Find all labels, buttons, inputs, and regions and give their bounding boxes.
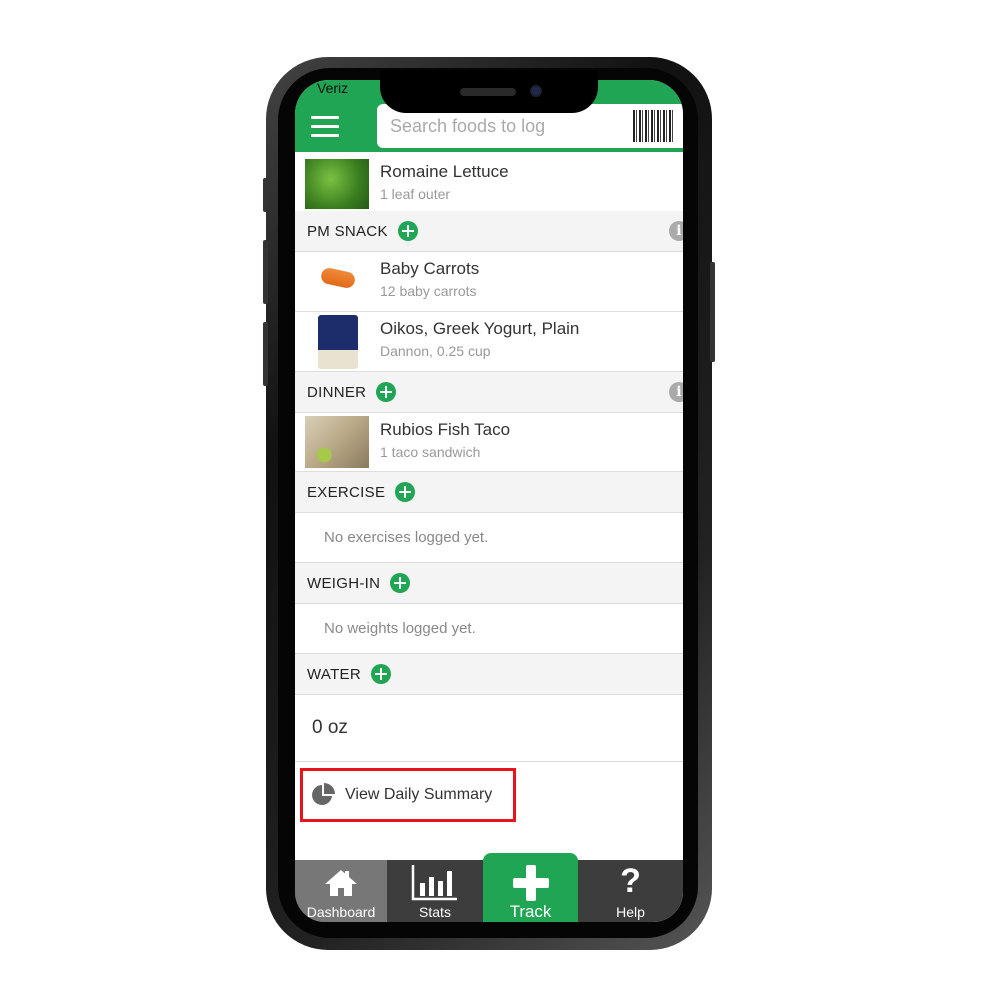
food-item[interactable]: Romaine Lettuce 1 leaf outer <box>295 155 683 212</box>
mute-switch <box>263 178 268 212</box>
add-exercise-icon[interactable] <box>395 482 416 502</box>
section-dinner: DINNER i <box>295 372 683 413</box>
home-icon <box>325 870 357 896</box>
add-weigh-in-icon[interactable] <box>390 573 411 593</box>
weigh-in-empty-row: No weights logged yet. <box>295 604 683 654</box>
volume-up-button <box>263 240 268 304</box>
exercise-empty-row: No exercises logged yet. <box>295 513 683 563</box>
hamburger-menu-icon[interactable] <box>311 116 339 138</box>
info-icon[interactable]: i <box>669 382 683 402</box>
section-weigh-in: WEIGH-IN <box>295 563 683 604</box>
food-item[interactable]: Baby Carrots 12 baby carrots <box>295 252 683 312</box>
add-water-icon[interactable] <box>371 664 391 684</box>
oikos-thumbnail <box>318 315 358 369</box>
carrier-label: Veriz <box>317 80 349 96</box>
taco-thumbnail <box>305 416 369 468</box>
add-dinner-icon[interactable] <box>376 382 397 402</box>
question-icon: ? <box>620 862 641 900</box>
barcode-scan-icon[interactable] <box>633 110 675 142</box>
tab-stats[interactable]: Stats <box>387 860 483 922</box>
carrots-thumbnail <box>319 266 357 290</box>
water-row[interactable]: 0 oz <box>295 695 683 762</box>
water-amount: 0 oz <box>312 717 348 738</box>
section-pm-snack: PM SNACK i <box>295 211 683 252</box>
section-exercise: EXERCISE <box>295 472 683 513</box>
notch <box>380 70 598 113</box>
plus-icon <box>512 865 549 901</box>
food-item[interactable]: Rubios Fish Taco 1 taco sandwich <box>295 413 683 472</box>
highlight-box <box>300 768 516 822</box>
tab-dashboard[interactable]: Dashboard <box>295 860 387 922</box>
add-pm-snack-icon[interactable] <box>397 221 418 241</box>
power-button <box>710 262 715 362</box>
bar-chart-icon <box>411 865 457 901</box>
food-item[interactable]: Oikos, Greek Yogurt, Plain Dannon, 0.25 … <box>295 312 683 372</box>
tab-help[interactable]: ? Help <box>578 860 683 922</box>
volume-down-button <box>263 322 268 386</box>
section-water: WATER <box>295 654 683 695</box>
tab-track[interactable]: Track <box>483 853 578 922</box>
info-icon[interactable]: i <box>669 221 683 241</box>
romaine-thumbnail <box>305 159 369 209</box>
app-screen: Veriz Search foods to log Romaine Lettuc… <box>295 80 683 922</box>
